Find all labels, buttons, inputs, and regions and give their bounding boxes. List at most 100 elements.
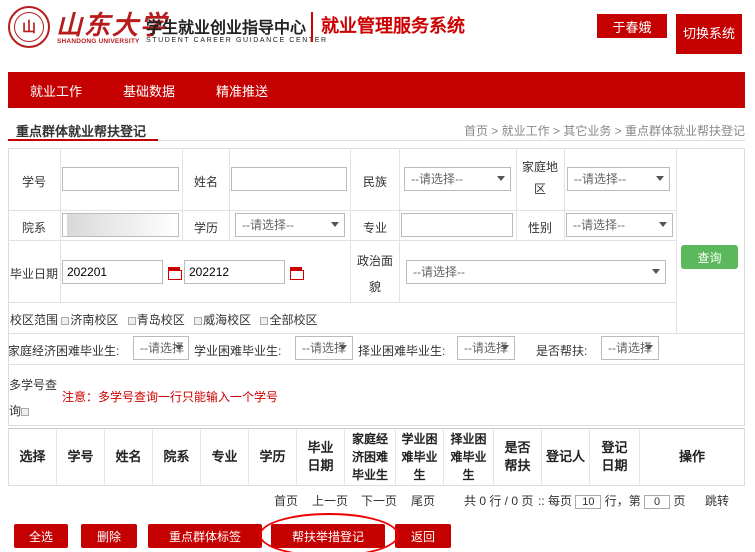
campus-option-label: 威海校区 <box>203 313 252 327</box>
pagination: 首页 上一页 下一页 尾页 共 0 行 / 0 页 :: 每页 10 行，第 0… <box>8 486 745 512</box>
political-status-select[interactable]: --请选择-- <box>406 260 666 284</box>
page-suffix: 页 <box>673 494 686 508</box>
key-group-tag-button[interactable]: 重点群体标签 <box>148 524 262 548</box>
political-status-label: 政治面貌 <box>356 254 393 294</box>
major-label: 专业 <box>362 221 387 235</box>
family-area-label: 家庭地区 <box>521 160 558 196</box>
multi-id-notice: 注意：多学号查询一行只能输入一个学号 <box>62 390 279 404</box>
employment-hardship-select[interactable]: --请选择 <box>457 336 515 360</box>
nav-item-employment-work[interactable]: 就业工作 <box>8 81 101 100</box>
student-id-label: 学号 <box>21 175 46 189</box>
is-assisted-label: 是否帮扶: <box>536 344 588 358</box>
department-input[interactable] <box>62 213 179 237</box>
header-divider <box>311 12 313 42</box>
last-page-link[interactable]: 尾页 <box>411 492 435 509</box>
major-input[interactable] <box>401 213 513 237</box>
campus-checkbox[interactable] <box>194 317 203 325</box>
is-assisted-select[interactable]: --请选择 <box>601 336 659 360</box>
graduation-date-label: 毕业日期 <box>9 267 58 281</box>
gender-label: 性别 <box>527 221 552 235</box>
chevron-down-icon <box>645 345 653 350</box>
per-page-input[interactable]: 10 <box>575 495 602 509</box>
form-divider <box>8 302 676 303</box>
column-header: 姓名 <box>105 429 153 485</box>
results-table-header: 选择 学号 姓名 院系 专业 学历 毕业日期 家庭经济困难毕业生 学业困难毕业生… <box>8 428 745 486</box>
form-divider <box>8 333 745 334</box>
graduation-date-to-input[interactable]: 202212 <box>184 260 285 284</box>
chevron-down-icon <box>501 345 509 350</box>
student-id-input[interactable] <box>62 167 179 191</box>
delete-button[interactable]: 删除 <box>81 524 137 548</box>
system-title: 就业管理服务系统 <box>321 16 465 36</box>
center-name-en: STUDENT CAREER GUIDANCE CENTER <box>146 37 328 44</box>
form-divider <box>676 148 677 333</box>
ethnicity-label: 民族 <box>362 175 387 189</box>
multi-id-query-checkbox[interactable] <box>21 408 30 416</box>
main-nav: 就业工作 基础数据 精准推送 <box>8 72 745 108</box>
employment-hardship-label: 择业困难毕业生: <box>358 344 446 358</box>
chevron-down-icon <box>659 222 667 227</box>
next-page-link[interactable]: 下一页 <box>361 492 397 509</box>
study-hardship-select[interactable]: --请选择 <box>295 336 353 360</box>
education-label: 学历 <box>193 221 218 235</box>
name-input[interactable] <box>231 167 347 191</box>
jump-button[interactable]: 跳转 <box>705 492 729 509</box>
column-header: 毕业日期 <box>297 429 345 485</box>
chevron-down-icon <box>339 345 347 350</box>
per-page-suffix: 行，第 <box>604 494 641 508</box>
column-header: 登记日期 <box>590 429 640 485</box>
column-header: 家庭经济困难毕业生 <box>345 429 396 485</box>
chevron-down-icon <box>656 176 664 181</box>
campus-checkbox[interactable] <box>61 317 70 325</box>
column-header: 学历 <box>249 429 297 485</box>
query-button[interactable]: 查询 <box>681 245 738 269</box>
column-header: 择业困难毕业生 <box>444 429 494 485</box>
ethnicity-select[interactable]: --请选择-- <box>404 167 511 191</box>
education-select[interactable]: --请选择-- <box>235 213 345 237</box>
form-divider <box>8 210 676 211</box>
column-header: 登记人 <box>542 429 590 485</box>
family-area-select[interactable]: --请选择-- <box>567 167 670 191</box>
per-page-prefix: :: 每页 <box>538 494 573 508</box>
column-header: 选择 <box>9 429 57 485</box>
pager-controls: :: 每页 10 行，第 0 页 <box>538 492 685 509</box>
political-status-select-value: --请选择-- <box>413 265 465 279</box>
gender-select[interactable]: --请选择-- <box>566 213 673 237</box>
chevron-down-icon <box>175 345 183 350</box>
page-title: 重点群体就业帮扶登记 <box>16 124 147 139</box>
form-divider <box>8 364 745 365</box>
nav-item-basic-data[interactable]: 基础数据 <box>101 81 194 100</box>
prev-page-link[interactable]: 上一页 <box>312 492 348 509</box>
name-label: 姓名 <box>193 175 218 189</box>
column-header: 学号 <box>57 429 105 485</box>
breadcrumb[interactable]: 首页 > 就业工作 > 其它业务 > 重点群体就业帮扶登记 <box>464 122 745 139</box>
form-divider <box>350 148 351 302</box>
form-divider <box>182 148 183 240</box>
university-name-en: SHANDONG UNIVERSITY <box>57 38 140 45</box>
user-name-button[interactable]: 于春娥 <box>597 14 667 38</box>
chevron-down-icon <box>652 269 660 274</box>
campus-checkbox[interactable] <box>127 317 136 325</box>
multi-id-query-text: 多学号查询 <box>9 378 58 418</box>
campus-option-label: 青岛校区 <box>136 313 185 327</box>
page-number-input[interactable]: 0 <box>644 495 671 509</box>
back-button[interactable]: 返回 <box>395 524 451 548</box>
campus-option-label: 全部校区 <box>269 313 318 327</box>
calendar-icon[interactable] <box>168 266 182 280</box>
form-divider <box>60 148 61 302</box>
switch-system-button[interactable]: 切换系统 <box>676 14 742 54</box>
graduation-date-from-input[interactable]: 202201 <box>62 260 163 284</box>
nav-item-precise-push[interactable]: 精准推送 <box>194 81 287 100</box>
department-label: 院系 <box>21 221 46 235</box>
campus-option-label: 济南校区 <box>70 313 119 327</box>
campus-checkbox[interactable] <box>260 317 269 325</box>
select-all-button[interactable]: 全选 <box>14 524 68 548</box>
column-header: 院系 <box>153 429 201 485</box>
first-page-link[interactable]: 首页 <box>274 492 298 509</box>
center-name-cn: 学生就业创业指导中心 <box>146 20 307 37</box>
form-divider <box>399 148 400 302</box>
campus-scope-row: 校区范围 济南校区 青岛校区 威海校区 全部校区 <box>10 311 317 328</box>
calendar-icon[interactable] <box>290 266 304 280</box>
highlight-annotation <box>259 513 399 552</box>
economic-hardship-select[interactable]: --请选择 <box>133 336 189 360</box>
